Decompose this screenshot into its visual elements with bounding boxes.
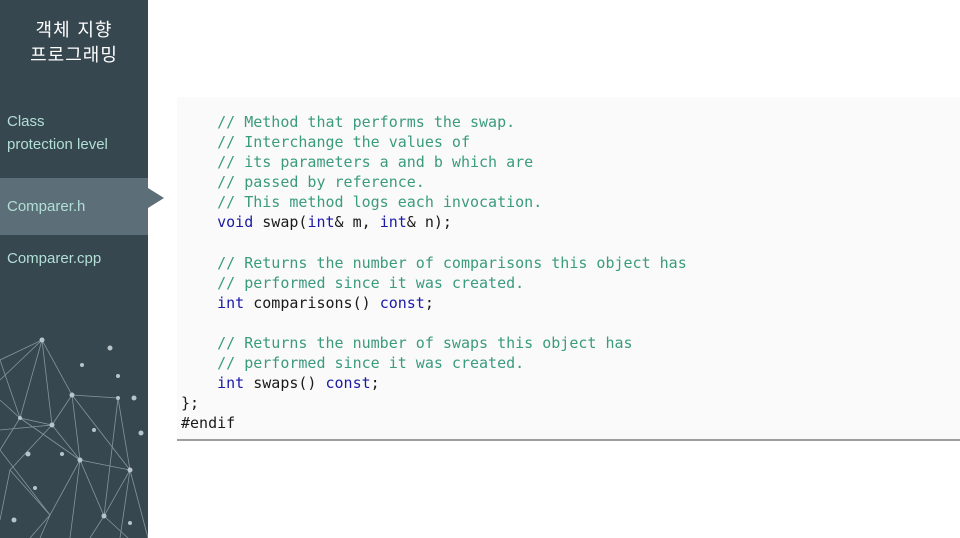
code-keyword: int (379, 213, 407, 232)
course-title: 객체 지향 프로그래밍 (0, 18, 148, 68)
code-comment: // Returns the number of swaps this obje… (217, 334, 633, 353)
nav-item-label-line-1: Class (7, 113, 45, 130)
code-text: swap( (253, 213, 308, 232)
network-decoration-icon (0, 337, 148, 538)
code-comment: // Method that performs the swap. (217, 113, 516, 131)
code-line: }; (181, 393, 960, 413)
sidebar: 객체 지향 프로그래밍 Class protection level Compa… (0, 0, 148, 538)
nav-item-label: Comparer.h (7, 198, 86, 215)
course-title-line-2: 프로그래밍 (30, 45, 118, 66)
code-line: // performed since it was created. (181, 353, 960, 373)
code-line: int swaps() const; (181, 373, 960, 393)
code-line: // Returns the number of comparisons thi… (181, 253, 960, 273)
code-text: }; (181, 394, 200, 413)
code-lines: // Method that performs the swap. // Int… (181, 112, 960, 434)
code-keyword: int (217, 374, 245, 393)
code-text: ; (370, 374, 380, 393)
code-keyword: const (379, 293, 425, 312)
code-comment: // its parameters a and b which are (217, 153, 534, 172)
code-line: int comparisons() const; (181, 293, 960, 313)
code-keyword: void (217, 213, 254, 232)
code-line: void swap(int& m, int& n); (181, 212, 960, 232)
code-line: // This method logs each invocation. (181, 192, 960, 212)
code-comment: // This method logs each invocation. (217, 193, 543, 212)
code-comment: // performed since it was created. (217, 273, 525, 292)
nav-item-label-line-2: protection level (7, 136, 108, 153)
code-comment: // performed since it was created. (217, 354, 525, 373)
code-line: // passed by reference. (181, 172, 960, 192)
nav-item-comparer-cpp[interactable]: Comparer.cpp (0, 247, 148, 270)
code-keyword: int (307, 213, 335, 232)
code-text: & m, (334, 213, 380, 232)
code-line: #endif (181, 413, 960, 433)
code-line: // Returns the number of swaps this obje… (181, 333, 960, 353)
code-comment: // Interchange the values of (217, 133, 470, 152)
code-keyword: const (325, 374, 371, 393)
code-text: comparisons() (244, 293, 380, 312)
code-text: & n); (406, 213, 452, 232)
code-line: // performed since it was created. (181, 273, 960, 293)
code-comment: // passed by reference. (217, 173, 425, 192)
code-line: // Method that performs the swap. (181, 112, 960, 132)
code-text: swaps() (244, 374, 326, 393)
nav-item-comparer-h[interactable]: Comparer.h (0, 178, 148, 235)
code-line: // Interchange the values of (181, 132, 960, 152)
nav-item-label: Comparer.cpp (7, 250, 102, 267)
code-text: ; (424, 293, 434, 312)
active-nav-pointer (148, 188, 164, 208)
nav-item-class-protection-level[interactable]: Class protection level (0, 110, 148, 156)
course-title-line-1: 객체 지향 (35, 20, 113, 41)
code-comment: // Returns the number of comparisons thi… (217, 253, 687, 272)
code-line: // its parameters a and b which are (181, 152, 960, 172)
code-text: #endif (181, 414, 236, 433)
code-block: // Method that performs the swap. // Int… (177, 97, 960, 441)
code-keyword: int (217, 293, 245, 312)
